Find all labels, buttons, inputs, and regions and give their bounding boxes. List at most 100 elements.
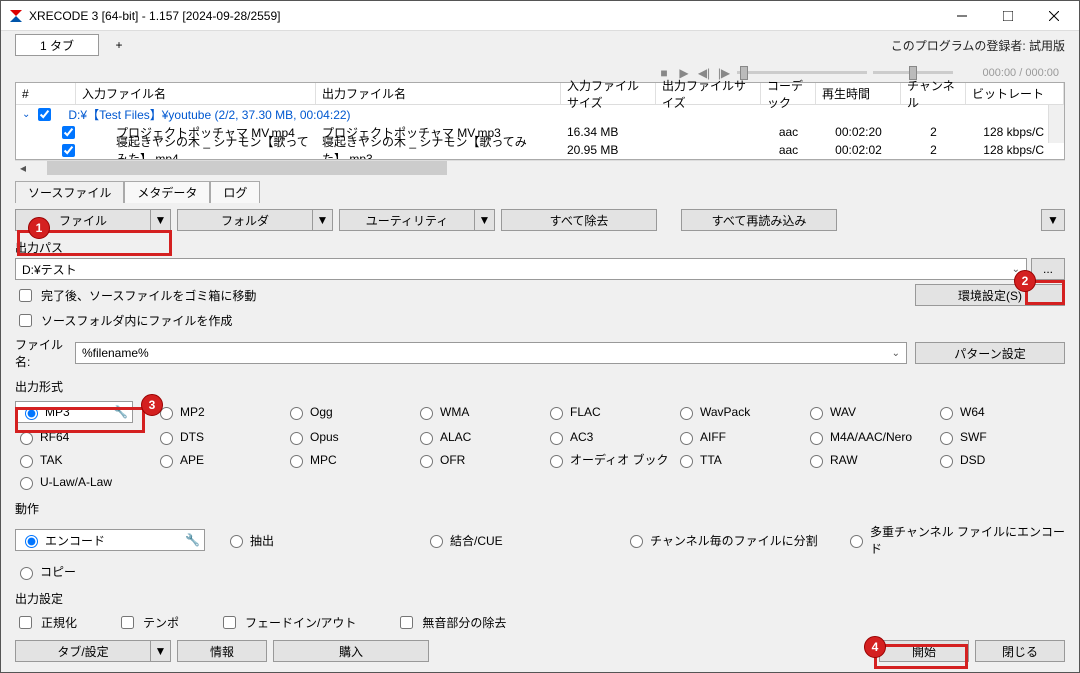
volume-slider[interactable] — [873, 65, 953, 81]
format-audiobook[interactable]: オーディオ ブック — [545, 451, 675, 468]
browse-button[interactable]: ... — [1031, 258, 1065, 280]
col-output[interactable]: 出力ファイル名 — [316, 83, 561, 104]
tab-source-file[interactable]: ソースファイル — [15, 181, 124, 203]
normalize-checkbox[interactable] — [19, 616, 32, 629]
file-bitrate: 128 kbps/C — [966, 143, 1064, 157]
file-duration: 00:02:02 — [816, 143, 901, 157]
silence-checkbox[interactable] — [400, 616, 413, 629]
file-list-header: # 入力ファイル名 出力ファイル名 入力ファイルサイズ 出力ファイルサイズ コー… — [16, 83, 1064, 105]
player-bar: ■ ▶ ◀| |▶ 000:00 / 000:00 — [15, 63, 1065, 82]
delete-after-label: 完了後、ソースファイルをゴミ箱に移動 — [41, 287, 256, 304]
col-bitrate[interactable]: ビットレート — [966, 83, 1064, 104]
action-copy[interactable]: コピー — [15, 563, 1065, 580]
chevron-down-icon[interactable]: ⌄ — [22, 109, 30, 120]
format-rf64[interactable]: RF64 — [15, 429, 155, 445]
file-codec: aac — [761, 125, 816, 139]
format-ogg[interactable]: Ogg — [285, 401, 415, 423]
timecode: 000:00 / 000:00 — [959, 67, 1059, 79]
output-path-input[interactable]: D:¥テスト ⌄ — [15, 258, 1027, 280]
pattern-settings-button[interactable]: パターン設定 — [915, 342, 1065, 364]
gear-icon[interactable]: 🔧 — [185, 533, 200, 547]
chevron-down-icon: ▼ — [150, 210, 170, 230]
remove-all-button[interactable]: すべて除去 — [501, 209, 657, 231]
env-settings-button[interactable]: 環境設定(S) — [915, 284, 1065, 306]
file-checkbox[interactable] — [62, 126, 75, 139]
format-ulaw[interactable]: U-Law/A-Law — [15, 474, 1065, 490]
file-channel: 2 — [901, 143, 966, 157]
maximize-button[interactable] — [985, 1, 1031, 31]
action-label: 動作 — [15, 500, 1065, 517]
format-w64[interactable]: W64 — [935, 401, 1065, 423]
add-tab-button[interactable]: + — [99, 34, 139, 56]
format-wma[interactable]: WMA — [415, 401, 545, 423]
folder-button[interactable]: フォルダ▼ — [177, 209, 333, 231]
format-flac[interactable]: FLAC — [545, 401, 675, 423]
format-ofr[interactable]: OFR — [415, 451, 545, 468]
gear-icon[interactable]: 🔧 — [113, 405, 128, 419]
marker-4: 4 — [864, 636, 886, 658]
format-tta[interactable]: TTA — [675, 451, 805, 468]
format-wav[interactable]: WAV — [805, 401, 935, 423]
action-encode[interactable]: エンコード🔧 — [15, 529, 205, 551]
col-outsize[interactable]: 出力ファイルサイズ — [656, 83, 761, 104]
output-settings-label: 出力設定 — [15, 590, 1065, 607]
table-row[interactable]: 寝起きヤシの木 _ シナモン【歌ってみた】.mp4 寝起きヤシの木 _ シナモン… — [16, 141, 1064, 159]
format-wavpack[interactable]: WavPack — [675, 401, 805, 423]
format-dsd[interactable]: DSD — [935, 451, 1065, 468]
file-list: # 入力ファイル名 出力ファイル名 入力ファイルサイズ 出力ファイルサイズ コー… — [15, 82, 1065, 160]
chevron-down-icon[interactable]: ⌄ — [892, 348, 900, 359]
titlebar: XRECODE 3 [64-bit] - 1.157 [2024-09-28/2… — [1, 1, 1079, 31]
col-insize[interactable]: 入力ファイルサイズ — [561, 83, 656, 104]
buy-button[interactable]: 購入 — [273, 640, 429, 662]
format-swf[interactable]: SWF — [935, 429, 1065, 445]
format-raw[interactable]: RAW — [805, 451, 935, 468]
scrollbar-vertical[interactable] — [1048, 105, 1064, 143]
reload-all-button[interactable]: すべて再読み込み — [681, 209, 837, 231]
format-mp3[interactable]: MP3🔧 — [15, 401, 133, 423]
format-mpc[interactable]: MPC — [285, 451, 415, 468]
scrollbar-horizontal[interactable]: ◂ — [15, 160, 1065, 175]
file-checkbox[interactable] — [62, 144, 75, 157]
delete-after-checkbox[interactable] — [19, 289, 32, 302]
format-alac[interactable]: ALAC — [415, 429, 545, 445]
format-aiff[interactable]: AIFF — [675, 429, 805, 445]
format-ape[interactable]: APE — [155, 451, 285, 468]
marker-3: 3 — [141, 394, 163, 416]
output-path-label: 出力パス — [15, 239, 1065, 256]
action-perchannel[interactable]: チャンネル毎のファイルに分割 — [625, 532, 845, 549]
minimize-button[interactable] — [939, 1, 985, 31]
tab-log[interactable]: ログ — [210, 181, 260, 203]
action-merge[interactable]: 結合/CUE — [425, 532, 625, 549]
close-app-button[interactable]: 閉じる — [975, 640, 1065, 662]
folder-row[interactable]: ⌄ D:¥【Test Files】¥youtube (2/2, 37.30 MB… — [16, 105, 1064, 123]
output-format-label: 出力形式 — [15, 378, 1065, 395]
col-input[interactable]: 入力ファイル名 — [76, 83, 316, 104]
format-m4a[interactable]: M4A/AAC/Nero — [805, 429, 935, 445]
create-in-source-checkbox[interactable] — [19, 314, 32, 327]
tab-settings-button[interactable]: タブ/設定▼ — [15, 640, 171, 662]
col-number[interactable]: # — [16, 83, 76, 104]
close-button[interactable] — [1031, 1, 1077, 31]
action-multichannel[interactable]: 多重チャンネル ファイルにエンコード — [845, 523, 1065, 557]
tab-metadata[interactable]: メタデータ — [124, 181, 210, 203]
format-ac3[interactable]: AC3 — [545, 429, 675, 445]
action-extract[interactable]: 抽出 — [225, 532, 425, 549]
seek-slider[interactable] — [737, 65, 867, 81]
tempo-checkbox[interactable] — [121, 616, 134, 629]
filename-input[interactable]: %filename% ⌄ — [75, 342, 907, 364]
tab-1[interactable]: 1 タブ — [15, 34, 99, 56]
folder-checkbox[interactable] — [38, 108, 51, 121]
format-opus[interactable]: Opus — [285, 429, 415, 445]
col-codec[interactable]: コーデック — [761, 83, 816, 104]
format-tak[interactable]: TAK — [15, 451, 155, 468]
format-mp2[interactable]: MP2 — [155, 401, 285, 423]
format-dts[interactable]: DTS — [155, 429, 285, 445]
utility-button[interactable]: ユーティリティ▼ — [339, 209, 495, 231]
start-button[interactable]: 開始 — [879, 640, 969, 662]
info-button[interactable]: 情報 — [177, 640, 267, 662]
col-duration[interactable]: 再生時間 — [816, 83, 901, 104]
col-channel[interactable]: チャンネル — [901, 83, 966, 104]
filename-label: ファイル名: — [15, 336, 67, 370]
more-button[interactable]: ▼ — [1041, 209, 1065, 231]
fade-checkbox[interactable] — [223, 616, 236, 629]
